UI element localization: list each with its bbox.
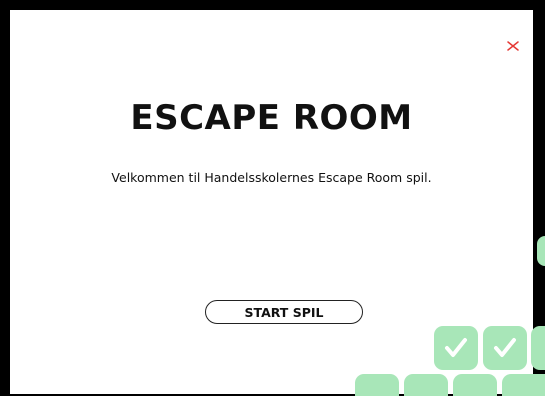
page-title: ESCAPE ROOM <box>130 98 413 138</box>
close-icon <box>507 41 519 51</box>
close-button[interactable] <box>505 38 521 54</box>
start-game-button[interactable]: START SPIL <box>205 300 363 324</box>
welcome-dialog: ESCAPE ROOM Velkommen til Handelsskolern… <box>10 10 533 394</box>
welcome-text: Velkommen til Handelsskolernes Escape Ro… <box>111 170 432 185</box>
